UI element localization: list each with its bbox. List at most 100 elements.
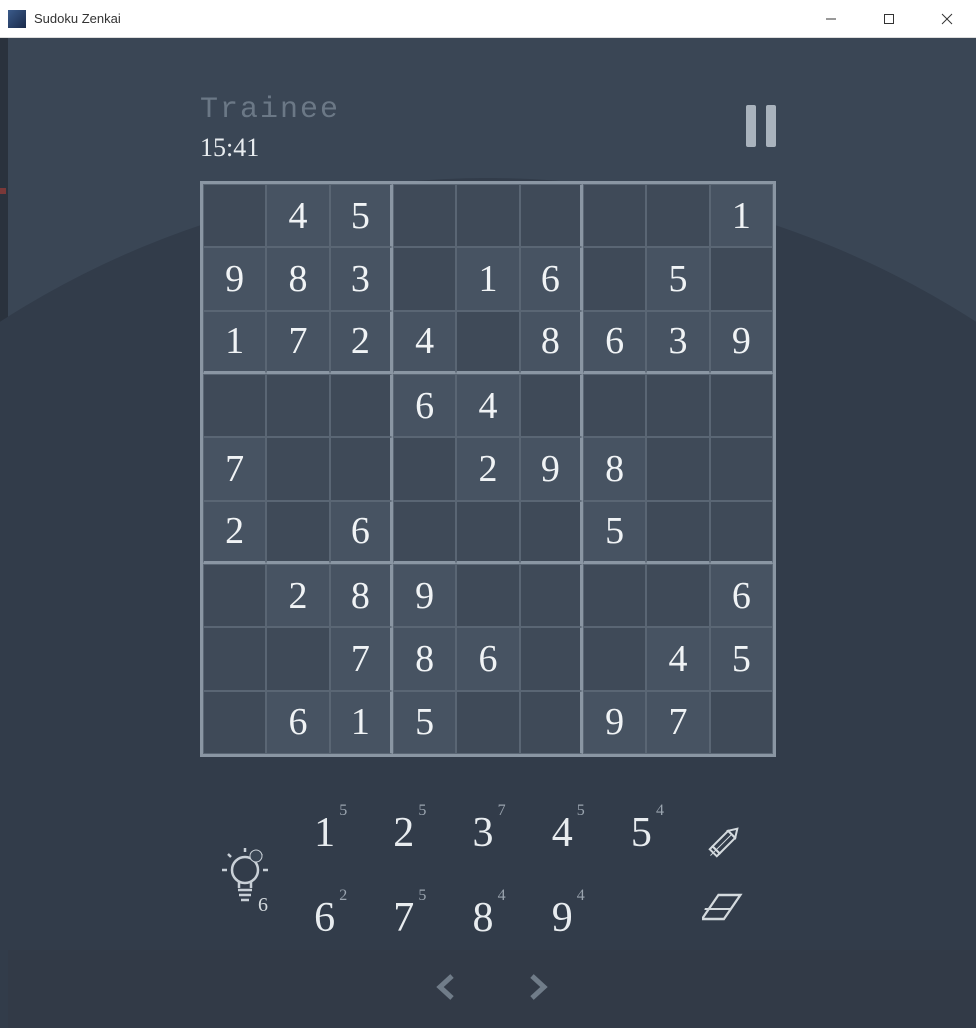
- maximize-button[interactable]: [860, 0, 918, 37]
- close-button[interactable]: [918, 0, 976, 37]
- cell-r3-c7[interactable]: 6: [583, 311, 646, 374]
- number-5-button[interactable]: 54: [607, 798, 676, 868]
- cell-r3-c5[interactable]: [456, 311, 519, 374]
- cell-r7-c5[interactable]: [456, 564, 519, 627]
- cell-r4-c8[interactable]: [646, 374, 709, 437]
- cell-r4-c1[interactable]: [203, 374, 266, 437]
- cell-r6-c4[interactable]: [393, 501, 456, 564]
- cell-r6-c1[interactable]: 2: [203, 501, 266, 564]
- cell-r2-c5[interactable]: 1: [456, 247, 519, 310]
- cell-r5-c2[interactable]: [266, 437, 329, 500]
- cell-r8-c9[interactable]: 5: [710, 627, 773, 690]
- cell-r4-c7[interactable]: [583, 374, 646, 437]
- cell-r8-c2[interactable]: [266, 627, 329, 690]
- cell-r6-c6[interactable]: [520, 501, 583, 564]
- cell-r7-c4[interactable]: 9: [393, 564, 456, 627]
- cell-r6-c2[interactable]: [266, 501, 329, 564]
- cell-r4-c2[interactable]: [266, 374, 329, 437]
- pencil-button[interactable]: [704, 818, 748, 867]
- cell-r8-c5[interactable]: 6: [456, 627, 519, 690]
- cell-r5-c3[interactable]: [330, 437, 393, 500]
- cell-r2-c7[interactable]: [583, 247, 646, 310]
- cell-r6-c7[interactable]: 5: [583, 501, 646, 564]
- prev-button[interactable]: [432, 972, 462, 1007]
- cell-r9-c9[interactable]: [710, 691, 773, 754]
- cell-r5-c5[interactable]: 2: [456, 437, 519, 500]
- cell-r3-c2[interactable]: 7: [266, 311, 329, 374]
- cell-r2-c9[interactable]: [710, 247, 773, 310]
- cell-r3-c1[interactable]: 1: [203, 311, 266, 374]
- cell-r3-c3[interactable]: 2: [330, 311, 393, 374]
- cell-r6-c9[interactable]: [710, 501, 773, 564]
- hint-button[interactable]: 6: [200, 848, 290, 904]
- cell-r1-c8[interactable]: [646, 184, 709, 247]
- cell-r8-c4[interactable]: 8: [393, 627, 456, 690]
- cell-r1-c2[interactable]: 4: [266, 184, 329, 247]
- cell-r5-c6[interactable]: 9: [520, 437, 583, 500]
- cell-r9-c6[interactable]: [520, 691, 583, 754]
- cell-r9-c5[interactable]: [456, 691, 519, 754]
- cell-r6-c5[interactable]: [456, 501, 519, 564]
- cell-r8-c3[interactable]: 7: [330, 627, 393, 690]
- cell-r7-c7[interactable]: [583, 564, 646, 627]
- number-8-button[interactable]: 84: [448, 883, 517, 953]
- cell-r9-c2[interactable]: 6: [266, 691, 329, 754]
- cell-r3-c4[interactable]: 4: [393, 311, 456, 374]
- cell-r9-c4[interactable]: 5: [393, 691, 456, 754]
- number-3-button[interactable]: 37: [448, 798, 517, 868]
- cell-r2-c2[interactable]: 8: [266, 247, 329, 310]
- cell-r6-c3[interactable]: 6: [330, 501, 393, 564]
- number-7-button[interactable]: 75: [369, 883, 438, 953]
- cell-r4-c4[interactable]: 6: [393, 374, 456, 437]
- cell-r9-c3[interactable]: 1: [330, 691, 393, 754]
- minimize-button[interactable]: [802, 0, 860, 37]
- cell-r3-c6[interactable]: 8: [520, 311, 583, 374]
- cell-r2-c6[interactable]: 6: [520, 247, 583, 310]
- cell-r9-c7[interactable]: 9: [583, 691, 646, 754]
- cell-r7-c6[interactable]: [520, 564, 583, 627]
- cell-r5-c7[interactable]: 8: [583, 437, 646, 500]
- cell-r1-c7[interactable]: [583, 184, 646, 247]
- cell-r1-c1[interactable]: [203, 184, 266, 247]
- cell-r2-c4[interactable]: [393, 247, 456, 310]
- cell-r9-c8[interactable]: 7: [646, 691, 709, 754]
- cell-r3-c8[interactable]: 3: [646, 311, 709, 374]
- cell-r1-c6[interactable]: [520, 184, 583, 247]
- cell-r8-c8[interactable]: 4: [646, 627, 709, 690]
- cell-r4-c6[interactable]: [520, 374, 583, 437]
- cell-r7-c3[interactable]: 8: [330, 564, 393, 627]
- number-2-button[interactable]: 25: [369, 798, 438, 868]
- cell-r4-c5[interactable]: 4: [456, 374, 519, 437]
- cell-r8-c6[interactable]: [520, 627, 583, 690]
- cell-r9-c1[interactable]: [203, 691, 266, 754]
- cell-r5-c4[interactable]: [393, 437, 456, 500]
- cell-r5-c8[interactable]: [646, 437, 709, 500]
- cell-r1-c4[interactable]: [393, 184, 456, 247]
- cell-r8-c1[interactable]: [203, 627, 266, 690]
- cell-r7-c2[interactable]: 2: [266, 564, 329, 627]
- cell-r8-c7[interactable]: [583, 627, 646, 690]
- cell-r6-c8[interactable]: [646, 501, 709, 564]
- cell-r7-c1[interactable]: [203, 564, 266, 627]
- eraser-button[interactable]: [702, 889, 750, 934]
- next-button[interactable]: [522, 972, 552, 1007]
- cell-r2-c1[interactable]: 9: [203, 247, 266, 310]
- cell-r1-c3[interactable]: 5: [330, 184, 393, 247]
- cell-r7-c9[interactable]: 6: [710, 564, 773, 627]
- number-9-button[interactable]: 94: [528, 883, 597, 953]
- cell-r3-c9[interactable]: 9: [710, 311, 773, 374]
- cell-r4-c3[interactable]: [330, 374, 393, 437]
- cell-r2-c3[interactable]: 3: [330, 247, 393, 310]
- number-label: 2: [393, 809, 414, 857]
- cell-r1-c5[interactable]: [456, 184, 519, 247]
- cell-r5-c9[interactable]: [710, 437, 773, 500]
- number-4-button[interactable]: 45: [528, 798, 597, 868]
- number-6-button[interactable]: 62: [290, 883, 359, 953]
- cell-r4-c9[interactable]: [710, 374, 773, 437]
- pause-button[interactable]: [746, 105, 776, 147]
- number-1-button[interactable]: 15: [290, 798, 359, 868]
- cell-r5-c1[interactable]: 7: [203, 437, 266, 500]
- cell-r2-c8[interactable]: 5: [646, 247, 709, 310]
- cell-r1-c9[interactable]: 1: [710, 184, 773, 247]
- cell-r7-c8[interactable]: [646, 564, 709, 627]
